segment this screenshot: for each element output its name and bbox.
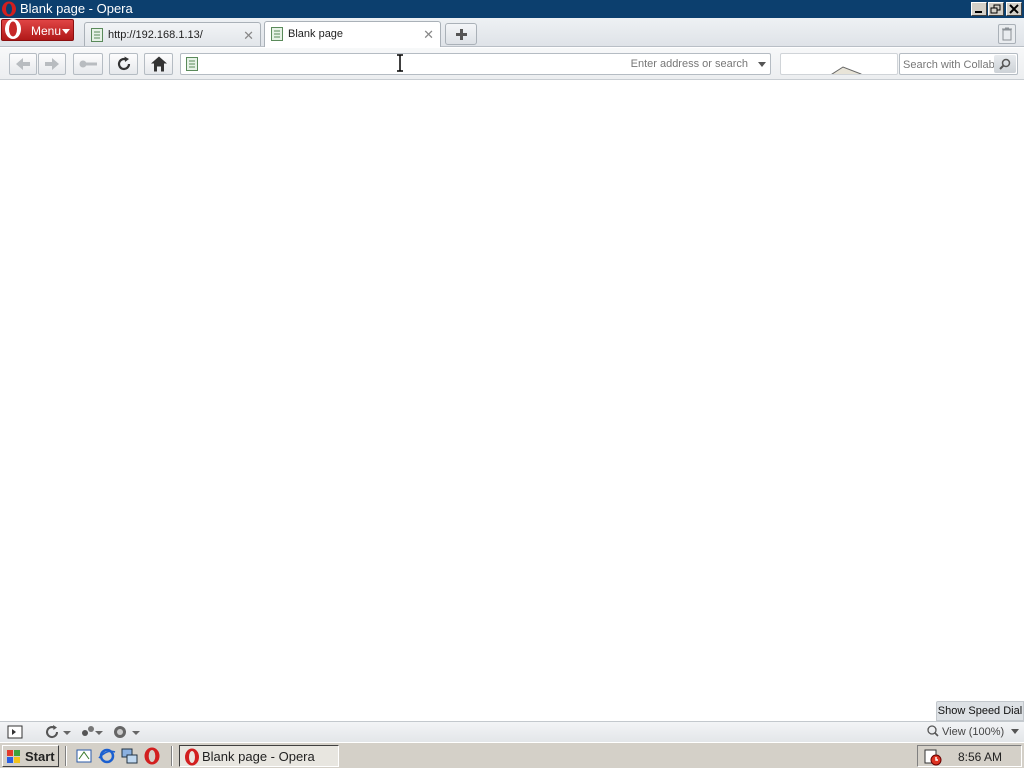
address-bar[interactable] [180,53,771,75]
status-bar: View (100%) [0,721,1024,742]
home-button[interactable] [144,53,173,75]
window-titlebar[interactable]: Blank page - Opera [0,0,1024,18]
search-input[interactable] [903,57,995,72]
close-tab-icon[interactable]: ✕ [423,27,434,43]
taskbar-item-opera[interactable]: Blank page - Opera [179,745,339,767]
tab-label: Blank page [288,28,344,40]
minimize-icon [975,11,982,13]
opera-logo-icon [2,1,16,17]
page-icon [91,28,103,42]
panel-toggle-icon[interactable] [7,724,23,740]
reload-button[interactable] [109,53,138,75]
blank-page-content[interactable] [0,80,1024,721]
trash-icon [1002,27,1012,41]
reload-icon [117,56,130,71]
show-desktop-icon[interactable] [75,747,93,765]
security-key-button[interactable] [73,53,103,75]
taskbar-separator [171,746,173,766]
page-icon [186,57,198,71]
back-button[interactable] [9,53,37,75]
navigation-toolbar [0,48,1024,80]
start-label: Start [25,749,55,764]
tab-label: http://192.168.1.13/ [108,29,203,41]
arrow-right-icon [45,58,59,70]
opera-menu-button[interactable]: Menu [1,19,74,41]
search-button[interactable] [994,55,1016,73]
close-icon [1009,4,1019,14]
internet-explorer-icon[interactable] [98,747,116,765]
chevron-down-icon [1011,729,1020,734]
menu-label: Menu [31,24,62,38]
book-icon [831,66,862,74]
close-tab-icon[interactable]: ✕ [243,28,254,44]
restore-button[interactable] [988,2,1004,16]
minimize-button[interactable] [971,2,987,16]
system-clock: 8:56 AM [958,750,1003,764]
opera-logo-icon[interactable] [143,747,161,765]
window-title: Blank page - Opera [20,1,133,16]
unite-icon[interactable] [80,724,106,740]
address-input[interactable] [203,56,748,72]
close-window-button[interactable] [1006,2,1022,16]
start-button[interactable]: Start [2,745,59,767]
zoom-icon [927,725,939,737]
tab-strip: Menu http://192.168.1.13/ ✕ Blank page ✕ [0,18,1024,47]
chevron-down-icon [62,29,70,34]
taskbar-separator [65,746,67,766]
system-tray: 8:56 AM [917,745,1022,767]
closed-tabs-button[interactable] [998,24,1016,44]
turbo-icon[interactable] [113,724,143,740]
zoom-control[interactable]: View (100%) [927,725,1022,738]
zoom-label: View (100%) [942,726,1005,738]
opera-logo-icon [185,748,199,766]
search-box[interactable] [899,53,1018,75]
opera-logo-icon [5,19,21,39]
forward-button[interactable] [38,53,66,75]
page-icon [271,27,283,41]
taskbar-item-label: Blank page - Opera [202,749,315,764]
text-cursor-icon [397,54,403,72]
sync-icon[interactable] [44,724,72,740]
scheduled-task-icon[interactable] [924,748,942,766]
windows-taskbar: Start Blank page - Opera 8:56 AM [0,742,1024,768]
key-icon [79,60,97,68]
windows-logo-icon [7,750,20,763]
tab-ip-address[interactable]: http://192.168.1.13/ ✕ [84,22,261,46]
arrow-left-icon [16,58,30,70]
network-icon[interactable] [120,747,138,765]
home-icon [150,56,167,72]
tab-blank-page[interactable]: Blank page ✕ [264,21,441,47]
new-tab-button[interactable] [445,23,477,45]
plus-icon [456,29,467,40]
search-icon [999,58,1011,70]
restore-icon [990,4,1001,14]
show-speed-dial-button[interactable]: Show Speed Dial [936,701,1024,721]
toolbar-thumbnail [780,53,898,75]
chevron-down-icon[interactable] [758,62,766,67]
